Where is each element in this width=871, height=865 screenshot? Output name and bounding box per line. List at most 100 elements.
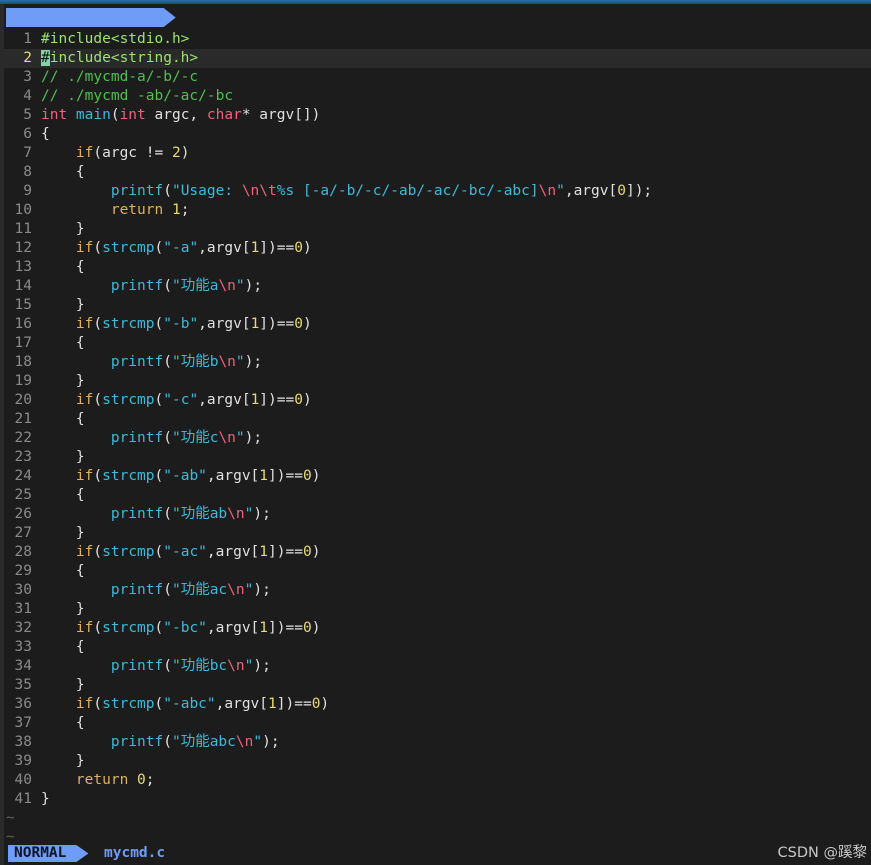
code-token: " xyxy=(253,734,263,750)
code-token: strcmp xyxy=(102,620,155,636)
code-line[interactable]: 30 printf("功能ac\n"); xyxy=(4,581,871,600)
line-number: 10 xyxy=(14,202,32,218)
code-token: ( xyxy=(163,582,172,598)
code-token: 1 xyxy=(250,240,260,256)
code-token: ); xyxy=(244,430,263,446)
code-line[interactable]: 14 printf("功能a\n"); xyxy=(4,277,871,296)
code-line[interactable]: 18 printf("功能b\n"); xyxy=(4,353,871,372)
code-line[interactable]: 11 } xyxy=(4,220,871,239)
line-number: 1 xyxy=(23,31,32,47)
code-token: ( xyxy=(163,354,172,370)
code-line[interactable]: 21 { xyxy=(4,410,871,429)
code-line[interactable]: 20 if(strcmp("-c",argv[1])==0) xyxy=(4,391,871,410)
code-token: { xyxy=(41,411,85,427)
code-token: } xyxy=(41,753,85,769)
code-line[interactable]: 41} xyxy=(4,790,871,809)
code-token: ); xyxy=(253,582,271,598)
code-line[interactable]: 1 #include<stdio.h> xyxy=(4,30,871,49)
code-line[interactable]: 24 if(strcmp("-ab",argv[1])==0) xyxy=(4,467,871,486)
code-line[interactable]: 2 #include<string.h> xyxy=(4,49,871,68)
line-number: 6 xyxy=(23,126,32,142)
code-line[interactable]: 3 // ./mycmd-a/-b/-c xyxy=(4,68,871,87)
code-line[interactable]: 12 if(strcmp("-a",argv[1])==0) xyxy=(4,239,871,258)
code-line[interactable]: 28 if(strcmp("-ac",argv[1])==0) xyxy=(4,543,871,562)
code-area[interactable]: 1 #include<stdio.h> 2 #include<string.h> 3 //… xyxy=(4,30,871,847)
code-token: " xyxy=(235,278,245,294)
code-token: { xyxy=(41,164,85,180)
code-token: "-b" xyxy=(163,316,199,332)
tab-mycmd-c[interactable]: 1: mycmd.c xyxy=(6,8,176,27)
code-line[interactable]: 15 } xyxy=(4,296,871,315)
code-token: ); xyxy=(244,354,263,370)
line-number: 11 xyxy=(14,221,32,237)
code-token: ( xyxy=(163,183,172,199)
line-number: 21 xyxy=(14,411,32,427)
code-token: "-ac" xyxy=(163,544,207,560)
code-line[interactable]: 25 { xyxy=(4,486,871,505)
code-token: "-bc" xyxy=(163,620,207,636)
line-number: 29 xyxy=(14,563,32,579)
code-line[interactable]: 10 return 1; xyxy=(4,201,871,220)
code-token: ( xyxy=(163,506,172,522)
code-token: \n xyxy=(218,354,236,370)
code-token: } xyxy=(41,221,85,237)
code-line[interactable]: 19 } xyxy=(4,372,871,391)
line-number: 15 xyxy=(14,297,32,313)
code-line[interactable]: 27 } xyxy=(4,524,871,543)
code-line[interactable]: 17 { xyxy=(4,334,871,353)
code-line[interactable]: 37 { xyxy=(4,714,871,733)
code-token: 0 xyxy=(302,544,312,560)
code-line[interactable]: 6{ xyxy=(4,125,871,144)
code-line[interactable]: 40 return 0; xyxy=(4,771,871,790)
code-token: ]); xyxy=(625,183,653,199)
statusline: NORMAL mycmd.c CSDN @蹊黎 xyxy=(4,842,871,865)
code-line[interactable]: 39 } xyxy=(4,752,871,771)
code-line[interactable]: 4 // ./mycmd -ab/-ac/-bc xyxy=(4,87,871,106)
line-number: 20 xyxy=(14,392,32,408)
code-token: strcmp xyxy=(102,240,155,256)
code-token: ( xyxy=(93,696,103,712)
code-token: return xyxy=(75,772,138,788)
code-token: } xyxy=(41,449,85,465)
code-line[interactable]: 16 if(strcmp("-b",argv[1])==0) xyxy=(4,315,871,334)
code-line[interactable]: 34 printf("功能bc\n"); xyxy=(4,657,871,676)
vim-editor[interactable]: 1: mycmd.c 1 #include<stdio.h> 2 #include<s… xyxy=(4,4,871,865)
code-token: ( xyxy=(163,430,172,446)
code-line[interactable]: 31 } xyxy=(4,600,871,619)
code-token: if xyxy=(75,468,94,484)
code-token: ])== xyxy=(268,468,303,484)
code-line[interactable]: 29 { xyxy=(4,562,871,581)
code-token: printf xyxy=(110,506,164,522)
code-token: "功能b xyxy=(171,354,219,370)
code-line[interactable]: 8 { xyxy=(4,163,871,182)
code-token: 1 xyxy=(268,696,277,712)
code-token: "-ab" xyxy=(163,468,207,484)
code-token: \n xyxy=(227,582,245,598)
code-line[interactable]: 5 int main(int argc, char* argv[]) xyxy=(4,106,871,125)
code-line[interactable]: 7 if(argc != 2) xyxy=(4,144,871,163)
code-token: "-abc" xyxy=(163,696,216,712)
code-token: \n xyxy=(538,183,557,199)
code-token: ; xyxy=(145,772,155,788)
code-token: printf xyxy=(110,582,164,598)
code-line[interactable]: 38 printf("功能abc\n"); xyxy=(4,733,871,752)
line-number: 41 xyxy=(14,791,32,807)
code-line[interactable]: 22 printf("功能c\n"); xyxy=(4,429,871,448)
code-line[interactable]: 13 { xyxy=(4,258,871,277)
code-line[interactable]: 9 printf("Usage: \n\t%s [-a/-b/-c/-ab/-a… xyxy=(4,182,871,201)
code-line[interactable]: 23 } xyxy=(4,448,871,467)
code-line[interactable]: 35 } xyxy=(4,676,871,695)
code-line[interactable]: 32 if(strcmp("-bc",argv[1])==0) xyxy=(4,619,871,638)
code-line[interactable]: 33 { xyxy=(4,638,871,657)
code-line[interactable]: 26 printf("功能ab\n"); xyxy=(4,505,871,524)
code-token: if xyxy=(75,392,94,408)
line-number: 31 xyxy=(14,601,32,617)
code-token: ,argv[ xyxy=(198,392,251,408)
code-token: ,argv[ xyxy=(215,696,269,712)
line-number: 4 xyxy=(23,88,32,104)
code-line[interactable]: 36 if(strcmp("-abc",argv[1])==0) xyxy=(4,695,871,714)
